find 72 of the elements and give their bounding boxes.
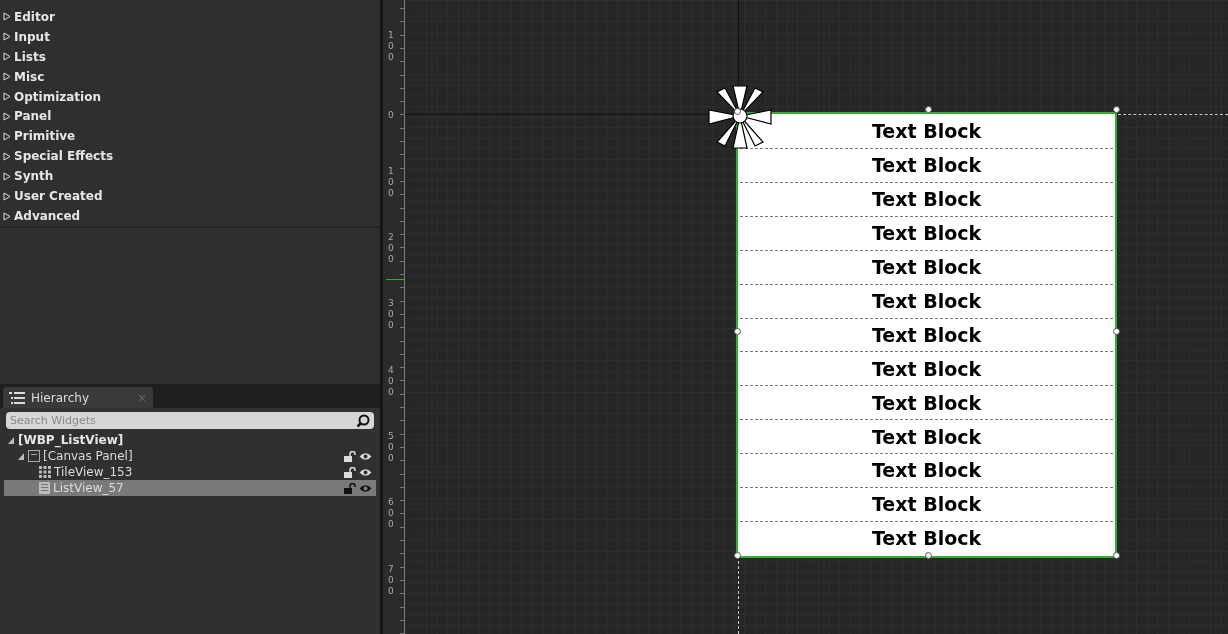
resize-handle[interactable] <box>925 106 932 113</box>
palette-category[interactable]: Editor <box>14 7 55 26</box>
resize-handle[interactable] <box>925 552 932 559</box>
collapsed-arrow-icon[interactable] <box>3 112 11 121</box>
resize-handle[interactable] <box>1113 328 1120 335</box>
tree-row[interactable]: [WBP_ListView] <box>4 432 376 448</box>
collapsed-arrow-icon[interactable] <box>3 211 11 221</box>
expanded-arrow-icon[interactable] <box>17 451 25 461</box>
palette-category[interactable]: Optimization <box>14 87 101 106</box>
list-row-text: Text Block <box>740 454 1113 489</box>
list-row-text: Text Block <box>740 488 1113 523</box>
collapsed-arrow-icon[interactable] <box>3 92 11 102</box>
list-view-widget[interactable]: Text Block Text Block Text Block Text Block Text Block Text Block Text Block Text Block Text Block Text Block Text Block Text Block Text Block <box>738 114 1115 556</box>
collapsed-arrow-icon[interactable] <box>3 191 11 201</box>
palette-category[interactable]: Input <box>14 27 50 46</box>
panel-icon <box>28 450 40 462</box>
ruler-label: 700 <box>388 564 395 597</box>
ruler-label: 0 <box>388 110 395 121</box>
palette-category[interactable]: Misc <box>14 67 45 86</box>
unlock-icon[interactable] <box>344 450 356 462</box>
tree-row[interactable]: TileView_153 <box>4 464 376 480</box>
eye-icon[interactable] <box>359 451 372 461</box>
collapsed-arrow-icon[interactable] <box>3 12 11 22</box>
resize-handle[interactable] <box>734 552 741 559</box>
collapsed-arrow-icon[interactable] <box>3 72 11 82</box>
list-row-text: Text Block <box>740 216 1113 251</box>
palette-category[interactable]: Primitive <box>14 127 76 146</box>
eye-icon[interactable] <box>359 467 372 477</box>
ruler-label: 600 <box>388 497 395 530</box>
ruler-label: 500 <box>388 431 395 464</box>
palette-category[interactable]: Synth <box>14 167 54 186</box>
hierarchy-list-icon <box>9 391 25 404</box>
expanded-arrow-icon[interactable] <box>7 435 15 445</box>
collapsed-arrow-icon[interactable] <box>3 151 11 161</box>
list-row-text: Text Block <box>740 420 1113 455</box>
grid-icon <box>39 466 51 478</box>
palette-category[interactable]: Special Effects <box>14 147 114 166</box>
collapsed-arrow-icon[interactable] <box>3 52 11 62</box>
search-field[interactable]: Search Widgets <box>6 412 374 429</box>
ruler-label: 100 <box>388 166 395 199</box>
ruler-label: 300 <box>388 298 395 331</box>
ruler-label: 100 <box>388 30 395 63</box>
palette-category[interactable]: Panel <box>14 107 52 126</box>
list-row-text: Text Block <box>740 182 1113 217</box>
resize-handle[interactable] <box>734 108 741 115</box>
resize-handle[interactable] <box>734 328 741 335</box>
collapsed-arrow-icon[interactable] <box>3 32 11 42</box>
palette-category[interactable]: Lists <box>14 47 46 66</box>
unlock-icon[interactable] <box>344 482 356 494</box>
anchor-icon[interactable] <box>707 84 773 150</box>
collapsed-arrow-icon[interactable] <box>3 131 11 141</box>
palette-category[interactable]: Advanced <box>14 207 81 225</box>
collapsed-arrow-icon[interactable] <box>3 171 11 181</box>
hierarchy-tab[interactable]: Hierarchy × <box>3 387 153 408</box>
palette-category[interactable]: User Created <box>14 187 103 206</box>
ruler-label: 200 <box>388 232 395 265</box>
list-icon <box>39 482 50 494</box>
eye-icon[interactable] <box>359 483 372 493</box>
list-row-text: Text Block <box>740 148 1113 183</box>
list-row-text: Text Block <box>740 386 1113 421</box>
search-icon <box>356 414 370 428</box>
list-row-text: Text Block <box>870 526 983 552</box>
list-row-text: Text Block <box>740 284 1113 319</box>
list-row-text: Text Block <box>740 352 1113 387</box>
ruler-label: 400 <box>388 365 395 398</box>
resize-handle[interactable] <box>1113 552 1120 559</box>
tab-label: Hierarchy <box>31 389 90 407</box>
unlock-icon[interactable] <box>344 466 356 478</box>
resize-handle[interactable] <box>1113 106 1120 113</box>
tree-row[interactable]: [Canvas Panel] <box>4 448 376 464</box>
list-row-text: Text Block <box>740 250 1113 285</box>
list-row-text: Text Block <box>740 318 1113 353</box>
